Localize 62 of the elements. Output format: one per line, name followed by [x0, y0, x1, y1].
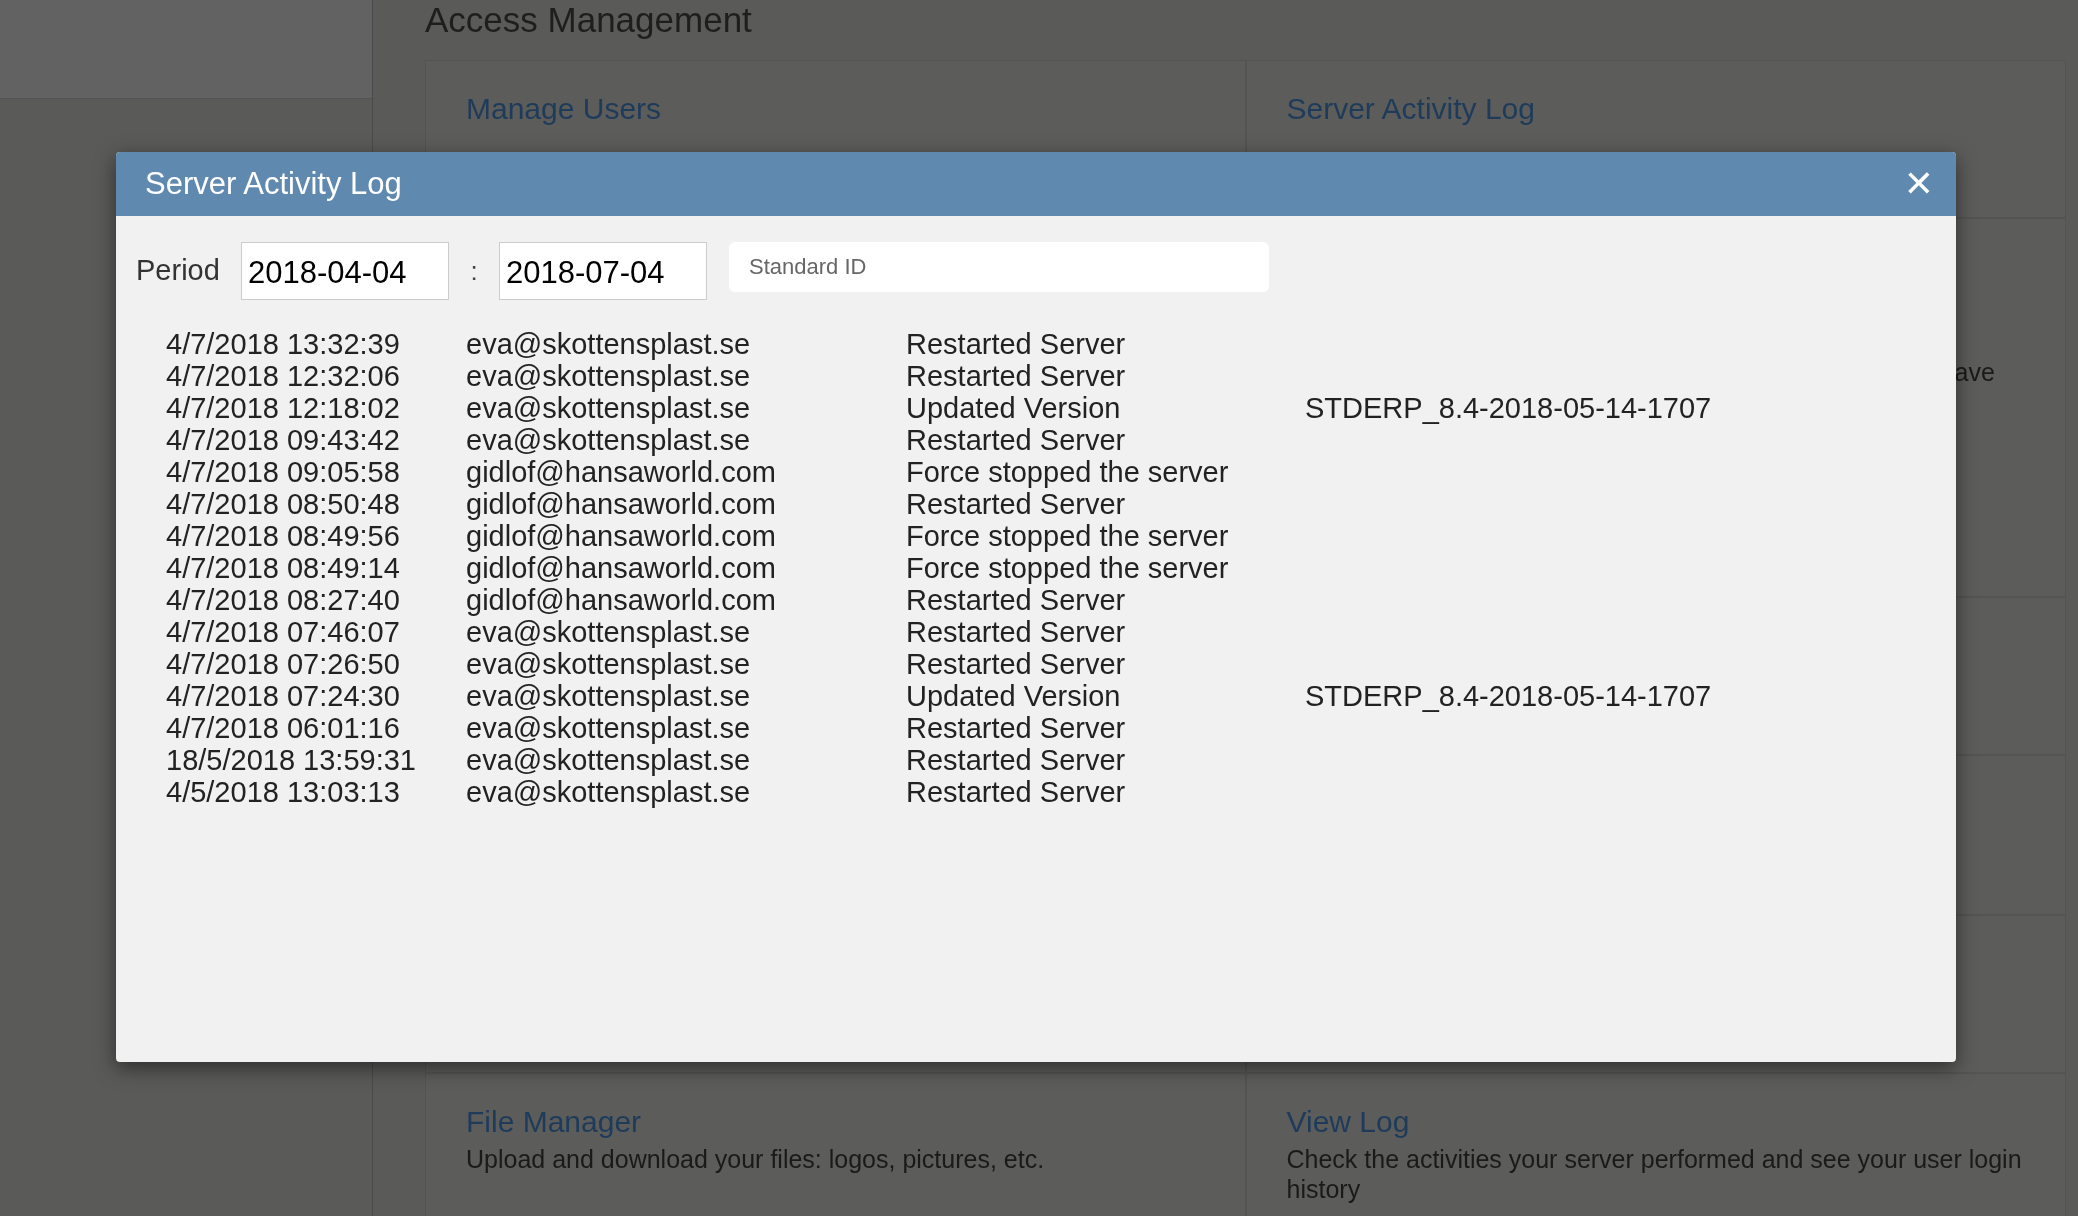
log-action: Restarted Server: [906, 424, 1127, 456]
log-user: gidlof@hansaworld.com: [466, 488, 777, 520]
log-action: Restarted Server: [906, 616, 1127, 648]
log-user: eva@skottensplast.se: [466, 616, 752, 648]
date-from-field[interactable]: 2018-04-04: [241, 242, 449, 300]
log-time: 4/7/2018 09:05:58: [166, 456, 401, 488]
log-user: eva@skottensplast.se: [466, 680, 752, 712]
card-description: ave: [1953, 357, 1996, 387]
card-description: Check the activities your server performed and see your user login history: [1286, 1144, 2023, 1204]
log-action: Restarted Server: [906, 648, 1127, 680]
close-button[interactable]: ✕: [1903, 166, 1934, 202]
log-user: eva@skottensplast.se: [466, 744, 752, 776]
log-user: eva@skottensplast.se: [466, 392, 752, 424]
log-time: 4/7/2018 09:43:42: [166, 424, 401, 456]
log-action: Restarted Server: [906, 488, 1127, 520]
dialog-title: Server Activity Log: [145, 166, 402, 202]
log-action: Restarted Server: [906, 360, 1127, 392]
card-description: Upload and download your files: logos, pictures, etc.: [466, 1144, 1046, 1174]
log-user: eva@skottensplast.se: [466, 712, 752, 744]
log-user: eva@skottensplast.se: [466, 648, 752, 680]
separator: :: [469, 256, 479, 287]
log-action: Updated Version: [906, 680, 1122, 712]
log-time: 4/7/2018 08:27:40: [166, 584, 401, 616]
log-action: Restarted Server: [906, 712, 1127, 744]
standard-id-field[interactable]: Standard ID: [729, 242, 1269, 292]
log-action: Force stopped the server: [906, 552, 1230, 584]
log-version: STDERP_8.4-2018-05-14-1707: [1305, 392, 1712, 424]
log-time: 4/5/2018 13:03:13: [166, 776, 401, 808]
card-link[interactable]: File Manager: [466, 1104, 1205, 1140]
log-action: Force stopped the server: [906, 520, 1230, 552]
log-time: 4/7/2018 08:49:56: [166, 520, 401, 552]
log-action: Restarted Server: [906, 776, 1127, 808]
log-time: 4/7/2018 07:26:50: [166, 648, 401, 680]
log-action: Force stopped the server: [906, 456, 1230, 488]
log-time: 18/5/2018 13:59:31: [166, 744, 417, 776]
log-user: gidlof@hansaworld.com: [466, 520, 777, 552]
log-time: 4/7/2018 13:32:39: [166, 328, 401, 360]
log-version: STDERP_8.4-2018-05-14-1707: [1305, 680, 1712, 712]
log-user: eva@skottensplast.se: [466, 424, 752, 456]
log-action: Restarted Server: [906, 328, 1127, 360]
log-time: 4/7/2018 07:46:07: [166, 616, 401, 648]
log-user: eva@skottensplast.se: [466, 328, 752, 360]
log-action: Updated Version: [906, 392, 1122, 424]
log-time: 4/7/2018 08:49:14: [166, 552, 401, 584]
log-user: eva@skottensplast.se: [466, 776, 752, 808]
card-link[interactable]: Server Activity Log: [1286, 91, 2025, 127]
card-link[interactable]: View Log: [1286, 1104, 2025, 1140]
period-label: Period: [136, 254, 221, 287]
log-time: 4/7/2018 08:50:48: [166, 488, 401, 520]
log-user: gidlof@hansaworld.com: [466, 552, 777, 584]
log-action: Restarted Server: [906, 584, 1127, 616]
log-time: 4/7/2018 07:24:30: [166, 680, 401, 712]
log-time: 4/7/2018 12:32:06: [166, 360, 401, 392]
date-to-field[interactable]: 2018-07-04: [499, 242, 707, 300]
log-user: eva@skottensplast.se: [466, 360, 752, 392]
log-time: 4/7/2018 12:18:02: [166, 392, 401, 424]
card-link[interactable]: Manage Users: [466, 91, 1205, 127]
log-user: gidlof@hansaworld.com: [466, 584, 777, 616]
log-time: 4/7/2018 06:01:16: [166, 712, 401, 744]
log-action: Restarted Server: [906, 744, 1127, 776]
log-user: gidlof@hansaworld.com: [466, 456, 777, 488]
page-title: Access Management: [425, 0, 753, 41]
